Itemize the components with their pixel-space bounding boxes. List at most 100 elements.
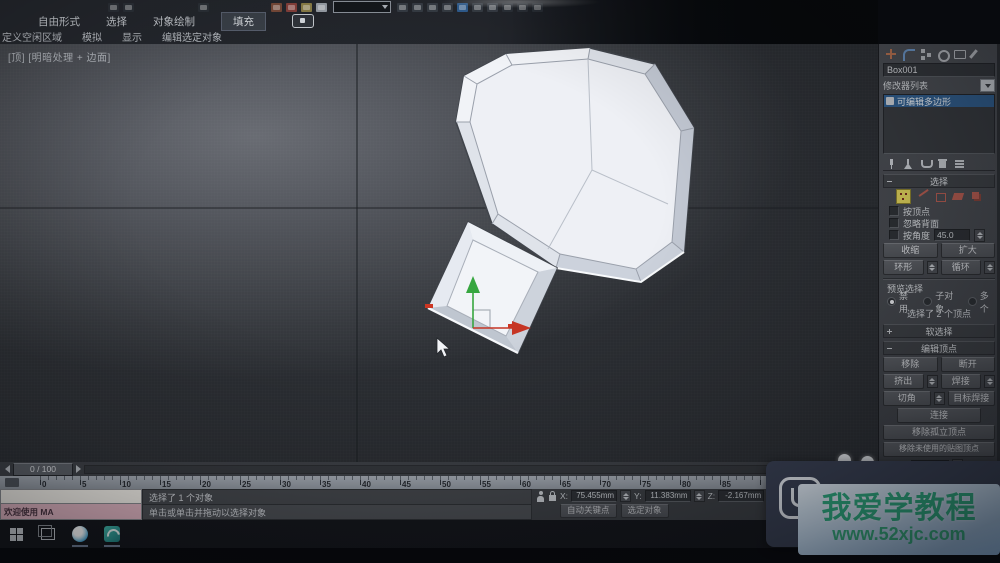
maxscript-listener-line[interactable] (0, 489, 142, 504)
select-region-icon[interactable] (427, 3, 438, 12)
snap-toggle-icon[interactable] (271, 3, 282, 12)
angle-snap-icon[interactable] (286, 3, 297, 12)
time-slider-track[interactable] (84, 465, 874, 474)
toolbar-icon[interactable] (108, 3, 119, 12)
3dsmax-app-icon (104, 526, 120, 542)
preview-multi-option[interactable]: 多个 (968, 289, 995, 315)
ring-button[interactable]: 环形 (883, 260, 924, 275)
remove-unused-map-verts-button[interactable]: 移除未使用的贴图顶点 (883, 442, 995, 457)
remove-modifier-icon[interactable] (937, 158, 948, 169)
ribbon-tab-populate[interactable]: 填充 (221, 12, 266, 31)
element-subobject-icon[interactable] (970, 190, 983, 203)
vertex-subobject-icon[interactable] (896, 189, 911, 204)
ring-spinner[interactable] (927, 261, 938, 274)
3dsmax-taskbar-button[interactable] (102, 521, 122, 547)
x-coord-field[interactable]: 75.455mm (571, 490, 617, 502)
percent-snap-icon[interactable] (301, 3, 312, 12)
extrude-settings[interactable] (927, 375, 938, 388)
rollout-edit-vertices-header[interactable]: 编辑顶点 (883, 341, 995, 355)
divider (883, 278, 995, 280)
previous-frame-icon[interactable] (5, 465, 10, 473)
task-view-button[interactable] (38, 521, 58, 547)
remove-button[interactable]: 移除 (883, 357, 938, 372)
browser-taskbar-button[interactable] (70, 521, 90, 547)
extrude-button[interactable]: 挤出 (883, 374, 924, 389)
ribbon-panel-edit-selected[interactable]: 编辑选定对象 (162, 29, 222, 44)
ribbon-tab-object-paint[interactable]: 对象绘制 (153, 14, 195, 29)
by-angle-checkbox[interactable] (889, 230, 899, 240)
loop-spinner[interactable] (984, 261, 995, 274)
by-angle-label: 按角度 (903, 229, 930, 242)
time-slider-handle[interactable]: 0 / 100 (13, 463, 73, 476)
trackbar-tick-label: 0 (42, 480, 82, 489)
configure-modifier-sets-icon[interactable] (954, 158, 965, 169)
angle-value-field[interactable]: 45.0 (934, 229, 970, 241)
spinner-snap-icon[interactable] (316, 3, 327, 12)
modifier-stack[interactable]: 可编辑多边形 (883, 94, 995, 154)
z-coord-field[interactable]: -2.167mm (718, 490, 764, 502)
viewport[interactable]: [顶] [明暗处理 + 边面] (0, 44, 878, 462)
utilities-tab-icon[interactable] (970, 48, 983, 60)
weld-settings[interactable] (984, 375, 995, 388)
video-help-icon[interactable] (292, 14, 314, 28)
ribbon-panel-display[interactable]: 显示 (122, 29, 142, 44)
maxscript-mini-listener[interactable]: 欢迎使用 MA (0, 489, 142, 520)
trackbar-tick-label: 50 (442, 480, 482, 489)
hierarchy-tab-icon[interactable] (919, 48, 932, 60)
selection-set-button[interactable]: 选定对象 (621, 504, 669, 518)
ribbon-panel-flow-areas[interactable]: 定义空闲区域 (2, 29, 62, 44)
target-weld-button[interactable]: 目标焊接 (948, 391, 996, 406)
ribbon-tab-freeform[interactable]: 自由形式 (38, 14, 80, 29)
select-by-name-icon[interactable] (412, 3, 423, 12)
toolbar-icon[interactable] (123, 3, 134, 12)
weld-button[interactable]: 焊接 (941, 374, 982, 389)
ignore-backfacing-checkbox[interactable] (889, 218, 899, 228)
start-button[interactable] (6, 521, 26, 547)
track-bar[interactable]: 0 5 10 15 20 25 30 35 40 45 50 55 60 65 … (0, 476, 878, 489)
show-end-result-icon[interactable] (903, 158, 914, 169)
next-frame-icon[interactable] (76, 465, 81, 473)
connect-button[interactable]: 连接 (897, 408, 981, 423)
edge-subobject-icon[interactable] (916, 190, 929, 203)
loop-button[interactable]: 循环 (941, 260, 982, 275)
stack-item-icon (886, 97, 894, 105)
ribbon-panel-simulate[interactable]: 模拟 (82, 29, 102, 44)
z-coord-label: Z: (708, 491, 716, 501)
object-name-field[interactable]: Box001 (883, 63, 995, 77)
border-subobject-icon[interactable] (934, 190, 947, 203)
chamfer-settings[interactable] (934, 392, 945, 405)
create-tab-icon[interactable] (885, 48, 898, 60)
selection-filter-dropdown[interactable] (333, 1, 391, 13)
stack-item-editable-poly[interactable]: 可编辑多边形 (884, 95, 994, 107)
maxscript-recorder-line[interactable]: 欢迎使用 MA (0, 504, 142, 520)
x-spinner[interactable] (620, 490, 631, 502)
y-spinner[interactable] (694, 490, 705, 502)
toolbar-icon[interactable] (198, 3, 209, 12)
isolate-selection-icon[interactable] (536, 491, 545, 502)
shrink-button[interactable]: 收缩 (883, 243, 938, 258)
rollout-selection-header[interactable]: 选择 (883, 174, 995, 188)
motion-tab-icon[interactable] (936, 48, 949, 60)
break-button[interactable]: 断开 (941, 357, 996, 372)
grow-button[interactable]: 扩大 (941, 243, 996, 258)
watermark-card: 我爱学教程 www.52xjc.com (798, 484, 1000, 555)
modifier-list-dropdown-button[interactable] (980, 79, 995, 92)
trackbar-tick-label: 60 (522, 480, 562, 489)
by-vertex-checkbox[interactable] (889, 206, 899, 216)
modifier-list-label[interactable]: 修改器列表 (883, 79, 928, 92)
select-object-icon[interactable] (397, 3, 408, 12)
auto-key-button[interactable]: 自动关键点 (560, 504, 617, 518)
make-unique-icon[interactable] (920, 158, 931, 169)
remove-isolated-vertices-button[interactable]: 移除孤立顶点 (883, 425, 995, 440)
y-coord-field[interactable]: 11.383mm (645, 490, 691, 502)
pin-stack-icon[interactable] (886, 158, 897, 169)
chamfer-button[interactable]: 切角 (883, 391, 931, 406)
display-tab-icon[interactable] (953, 48, 966, 60)
selection-lock-icon[interactable] (548, 491, 557, 502)
ribbon-tab-selection[interactable]: 选择 (106, 14, 127, 29)
open-mini-curve-editor-icon[interactable] (5, 478, 19, 487)
modify-tab-icon[interactable] (902, 48, 915, 60)
rollout-soft-selection-header[interactable]: 软选择 (883, 324, 995, 338)
polygon-subobject-icon[interactable] (952, 190, 965, 203)
angle-spinner[interactable] (974, 229, 985, 242)
